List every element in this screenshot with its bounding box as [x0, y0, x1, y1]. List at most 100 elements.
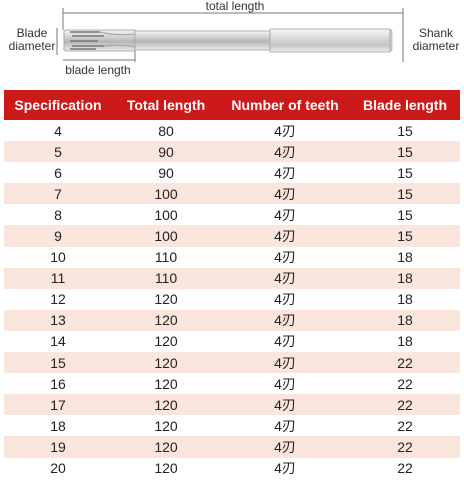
- cell-specification: 6: [4, 162, 112, 184]
- total-length-label: total length: [205, 0, 265, 13]
- header-blade-length: Blade length: [350, 90, 460, 120]
- table-row: 6 90 4刃 15: [4, 162, 460, 184]
- cell-specification: 15: [4, 352, 112, 374]
- cell-specification: 17: [4, 394, 112, 416]
- cell-blade-length: 22: [350, 457, 460, 479]
- cell-blade-length: 18: [350, 267, 460, 289]
- cell-blade-length: 18: [350, 288, 460, 310]
- cell-specification: 10: [4, 246, 112, 268]
- cell-specification: 20: [4, 457, 112, 479]
- cell-blade-length: 18: [350, 330, 460, 353]
- reamer-neck: [134, 30, 271, 51]
- shank-diameter-label-line-2: diameter: [412, 39, 460, 53]
- cell-specification: 13: [4, 309, 112, 331]
- cell-blade-length: 15: [350, 183, 460, 205]
- cell-blade-length: 22: [350, 373, 460, 395]
- cell-blade-length: 22: [350, 394, 460, 416]
- cell-total-length: 120: [112, 415, 220, 437]
- reamer-shank: [269, 28, 391, 53]
- cell-number-of-teeth: 4刃: [220, 436, 350, 458]
- table-row: 18 120 4刃 22: [4, 415, 460, 437]
- cell-blade-length: 15: [350, 225, 460, 247]
- cell-total-length: 90: [112, 162, 220, 184]
- cell-total-length: 120: [112, 436, 220, 458]
- cell-number-of-teeth: 4刃: [220, 330, 350, 353]
- table-row: 12 120 4刃 18: [4, 288, 460, 310]
- table-row: 11 110 4刃 18: [4, 267, 460, 289]
- cell-total-length: 100: [112, 183, 220, 205]
- cell-specification: 7: [4, 183, 112, 205]
- cell-specification: 16: [4, 373, 112, 395]
- cell-specification: 9: [4, 225, 112, 247]
- cell-blade-length: 15: [350, 162, 460, 184]
- table-row: 20 120 4刃 22: [4, 457, 460, 479]
- table-row: 14 120 4刃 18: [4, 330, 460, 353]
- cell-number-of-teeth: 4刃: [220, 309, 350, 331]
- cell-total-length: 110: [112, 246, 220, 268]
- blade-diameter-label: Blade diameter: [8, 27, 56, 53]
- cell-number-of-teeth: 4刃: [220, 162, 350, 184]
- header-total-length: Total length: [112, 90, 220, 120]
- table-row: 4 80 4刃 15: [4, 120, 460, 142]
- cell-specification: 4: [4, 120, 112, 142]
- cell-number-of-teeth: 4刃: [220, 457, 350, 479]
- header-number-of-teeth: Number of teeth: [220, 90, 350, 120]
- blade-diameter-label-line-2: diameter: [8, 39, 56, 53]
- cell-blade-length: 15: [350, 120, 460, 142]
- cell-blade-length: 18: [350, 246, 460, 268]
- table-row: 10 110 4刃 18: [4, 246, 460, 268]
- cell-blade-length: 15: [350, 141, 460, 163]
- cell-number-of-teeth: 4刃: [220, 415, 350, 437]
- spec-table: Specification Total length Number of tee…: [4, 90, 460, 479]
- cell-total-length: 120: [112, 330, 220, 353]
- cell-number-of-teeth: 4刃: [220, 225, 350, 247]
- cell-blade-length: 22: [350, 436, 460, 458]
- cell-total-length: 120: [112, 373, 220, 395]
- table-row: 19 120 4刃 22: [4, 436, 460, 458]
- cell-number-of-teeth: 4刃: [220, 394, 350, 416]
- table-header-row: Specification Total length Number of tee…: [4, 90, 460, 120]
- cell-specification: 5: [4, 141, 112, 163]
- shank-diameter-label: Shank diameter: [408, 27, 464, 53]
- cell-specification: 14: [4, 330, 112, 353]
- cell-number-of-teeth: 4刃: [220, 141, 350, 163]
- table-row: 5 90 4刃 15: [4, 141, 460, 163]
- cell-blade-length: 22: [350, 352, 460, 374]
- cell-specification: 12: [4, 288, 112, 310]
- table-row: 17 120 4刃 22: [4, 394, 460, 416]
- table-row: 8 100 4刃 15: [4, 204, 460, 226]
- cell-total-length: 120: [112, 352, 220, 374]
- table-row: 7 100 4刃 15: [4, 183, 460, 205]
- table-row: 16 120 4刃 22: [4, 373, 460, 395]
- cell-number-of-teeth: 4刃: [220, 352, 350, 374]
- table-row: 13 120 4刃 18: [4, 309, 460, 331]
- cell-number-of-teeth: 4刃: [220, 183, 350, 205]
- cell-specification: 18: [4, 415, 112, 437]
- cell-number-of-teeth: 4刃: [220, 373, 350, 395]
- cell-number-of-teeth: 4刃: [220, 120, 350, 142]
- cell-specification: 8: [4, 204, 112, 226]
- cell-specification: 11: [4, 267, 112, 289]
- cell-specification: 19: [4, 436, 112, 458]
- cell-blade-length: 22: [350, 415, 460, 437]
- cell-total-length: 120: [112, 457, 220, 479]
- cell-total-length: 120: [112, 288, 220, 310]
- table-row: 15 120 4刃 22: [4, 352, 460, 374]
- cell-total-length: 110: [112, 267, 220, 289]
- blade-length-label: blade length: [65, 63, 131, 77]
- cell-number-of-teeth: 4刃: [220, 204, 350, 226]
- cell-total-length: 100: [112, 225, 220, 247]
- cell-number-of-teeth: 4刃: [220, 288, 350, 310]
- table-row: 9 100 4刃 15: [4, 225, 460, 247]
- cell-total-length: 120: [112, 309, 220, 331]
- cell-total-length: 100: [112, 204, 220, 226]
- cell-total-length: 120: [112, 394, 220, 416]
- reamer-diagram: total length Blade diameter Shank diamet…: [0, 0, 464, 86]
- table-body: 4 80 4刃 15 5 90 4刃 15 6 90 4刃 15 7 100 4刃 15 8 100 4刃 15 9 10…: [4, 120, 460, 479]
- cell-number-of-teeth: 4刃: [220, 246, 350, 268]
- cell-blade-length: 18: [350, 309, 460, 331]
- cell-total-length: 90: [112, 141, 220, 163]
- cell-total-length: 80: [112, 120, 220, 142]
- cell-blade-length: 15: [350, 204, 460, 226]
- header-specification: Specification: [4, 90, 112, 120]
